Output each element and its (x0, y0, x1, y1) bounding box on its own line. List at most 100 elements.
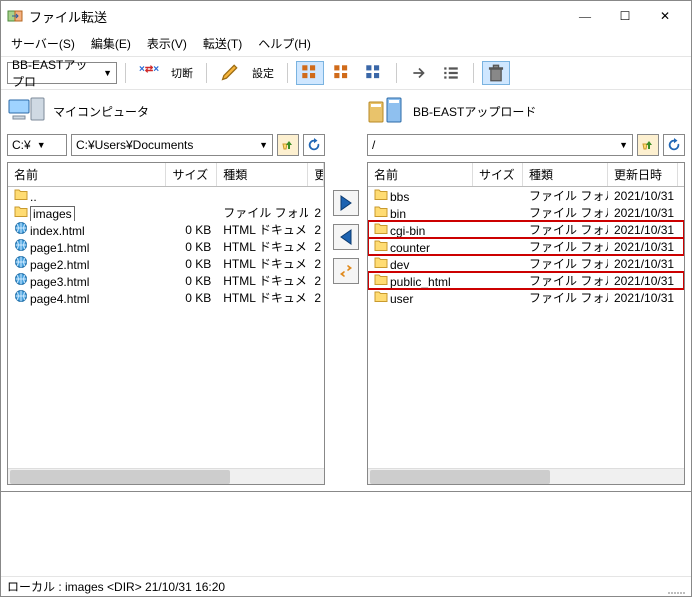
folder-icon (374, 187, 388, 201)
folder-icon (14, 204, 28, 218)
drive-label: C:¥ (12, 138, 31, 152)
sync-icon (337, 262, 355, 280)
status-text: ローカル : images <DIR> 21/10/31 16:20 (7, 578, 225, 595)
remote-path-combo[interactable]: / ▼ (367, 134, 633, 156)
remote-title: BB-EASTアップロード (413, 103, 536, 120)
connect-icon: ×⇄× (139, 64, 157, 82)
menu-bar: サーバー(S) 編集(E) 表示(V) 転送(T) ヘルプ(H) (1, 31, 691, 57)
list-icon (442, 64, 460, 82)
menu-help[interactable]: ヘルプ(H) (250, 33, 319, 54)
col-name[interactable]: 名前 (368, 163, 473, 186)
refresh-icon (307, 138, 321, 152)
size-grip[interactable] (667, 580, 685, 594)
local-up-button[interactable] (277, 134, 299, 156)
html-icon (14, 289, 28, 303)
chevron-down-icon: ▼ (619, 140, 628, 150)
main-split: マイコンピュータ C:¥ ▼ C:¥Users¥Documents ▼ 名前 サ… (1, 90, 691, 491)
scroll-thumb[interactable] (370, 470, 550, 484)
delete-button[interactable] (482, 61, 510, 85)
html-icon (14, 255, 28, 269)
mode-3-button[interactable] (360, 61, 388, 85)
log-area[interactable] (1, 491, 691, 576)
remote-hscroll[interactable] (368, 468, 684, 484)
table-row[interactable]: public_htmlファイル フォルダー2021/10/31 (368, 272, 684, 289)
settings-button[interactable]: 設定 (247, 61, 279, 85)
html-icon (14, 221, 28, 235)
col-extra[interactable]: 更 (308, 163, 324, 186)
edit-button[interactable] (215, 61, 243, 85)
maximize-button[interactable]: ☐ (605, 2, 645, 30)
menu-view[interactable]: 表示(V) (139, 33, 195, 54)
table-row[interactable]: bbsファイル フォルダー2021/10/31 (368, 187, 684, 204)
table-row[interactable]: counterファイル フォルダー2021/10/31 (368, 238, 684, 255)
connect-button[interactable]: ×⇄× (134, 61, 162, 85)
folder-icon (374, 204, 388, 218)
folder-icon (374, 255, 388, 269)
app-icon (7, 8, 23, 24)
remote-refresh-button[interactable] (663, 134, 685, 156)
pencil-icon (220, 64, 238, 82)
menu-edit[interactable]: 編集(E) (83, 33, 139, 54)
list-button[interactable] (437, 61, 465, 85)
table-row[interactable]: page4.html0 KBHTML ドキュメント2 (8, 289, 324, 306)
local-refresh-button[interactable] (303, 134, 325, 156)
local-path-combo[interactable]: C:¥Users¥Documents ▼ (71, 134, 273, 156)
minimize-button[interactable]: ― (565, 2, 605, 30)
col-size[interactable]: サイズ (166, 163, 217, 186)
status-bar: ローカル : images <DIR> 21/10/31 16:20 (1, 576, 691, 596)
table-row[interactable]: userファイル フォルダー2021/10/31 (368, 289, 684, 306)
sync-button[interactable] (333, 258, 359, 284)
chevron-down-icon: ▼ (259, 140, 268, 150)
computer-icon (7, 94, 47, 128)
table-row[interactable]: imagesファイル フォルダー2 (8, 204, 324, 221)
col-name[interactable]: 名前 (8, 163, 166, 186)
table-row[interactable]: page2.html0 KBHTML ドキュメント2 (8, 255, 324, 272)
col-date[interactable]: 更新日時 (608, 163, 678, 186)
grid-icon (333, 64, 351, 82)
remote-path-label: / (372, 138, 613, 152)
col-type[interactable]: 種類 (217, 163, 308, 186)
folder-icon (374, 221, 388, 235)
menu-transfer[interactable]: 転送(T) (195, 33, 250, 54)
folder-icon (374, 272, 388, 286)
chevron-down-icon: ▼ (103, 68, 112, 78)
mode-2-button[interactable] (328, 61, 356, 85)
menu-server[interactable]: サーバー(S) (3, 33, 83, 54)
table-row[interactable]: cgi-binファイル フォルダー2021/10/31 (368, 221, 684, 238)
scroll-thumb[interactable] (10, 470, 230, 484)
col-size[interactable]: サイズ (473, 163, 523, 186)
table-row[interactable]: page3.html0 KBHTML ドキュメント2 (8, 272, 324, 289)
local-pane: マイコンピュータ C:¥ ▼ C:¥Users¥Documents ▼ 名前 サ… (1, 90, 331, 491)
mode-1-button[interactable] (296, 61, 324, 85)
local-title: マイコンピュータ (53, 103, 149, 120)
drive-combo[interactable]: C:¥ ▼ (7, 134, 67, 156)
table-row[interactable]: index.html0 KBHTML ドキュメント2 (8, 221, 324, 238)
col-type[interactable]: 種類 (523, 163, 608, 186)
refresh-icon (667, 138, 681, 152)
arrow-right-icon (337, 194, 355, 212)
folder-icon (374, 289, 388, 303)
local-file-list[interactable]: 名前 サイズ 種類 更 ..imagesファイル フォルダー2index.htm… (7, 162, 325, 485)
folder-up-icon (281, 138, 295, 152)
table-row[interactable]: .. (8, 187, 324, 204)
grid-icon (365, 64, 383, 82)
local-hscroll[interactable] (8, 468, 324, 484)
arrow-left-icon (337, 228, 355, 246)
title-bar: ファイル転送 ― ☐ ✕ (1, 1, 691, 31)
table-row[interactable]: devファイル フォルダー2021/10/31 (368, 255, 684, 272)
download-button[interactable] (333, 224, 359, 250)
remote-up-button[interactable] (637, 134, 659, 156)
disconnect-button[interactable]: 切断 (166, 61, 198, 85)
grid-icon (301, 64, 319, 82)
close-button[interactable]: ✕ (645, 2, 685, 30)
chevron-down-icon: ▼ (37, 140, 46, 150)
html-icon (14, 272, 28, 286)
remote-file-list[interactable]: 名前 サイズ 種類 更新日時 bbsファイル フォルダー2021/10/31bi… (367, 162, 685, 485)
table-row[interactable]: page1.html0 KBHTML ドキュメント2 (8, 238, 324, 255)
window-title: ファイル転送 (29, 7, 565, 26)
transfer-right-button[interactable] (405, 61, 433, 85)
folder-icon (14, 187, 28, 201)
table-row[interactable]: binファイル フォルダー2021/10/31 (368, 204, 684, 221)
connection-combo[interactable]: BB-EASTアップロ ▼ (7, 62, 117, 84)
upload-button[interactable] (333, 190, 359, 216)
